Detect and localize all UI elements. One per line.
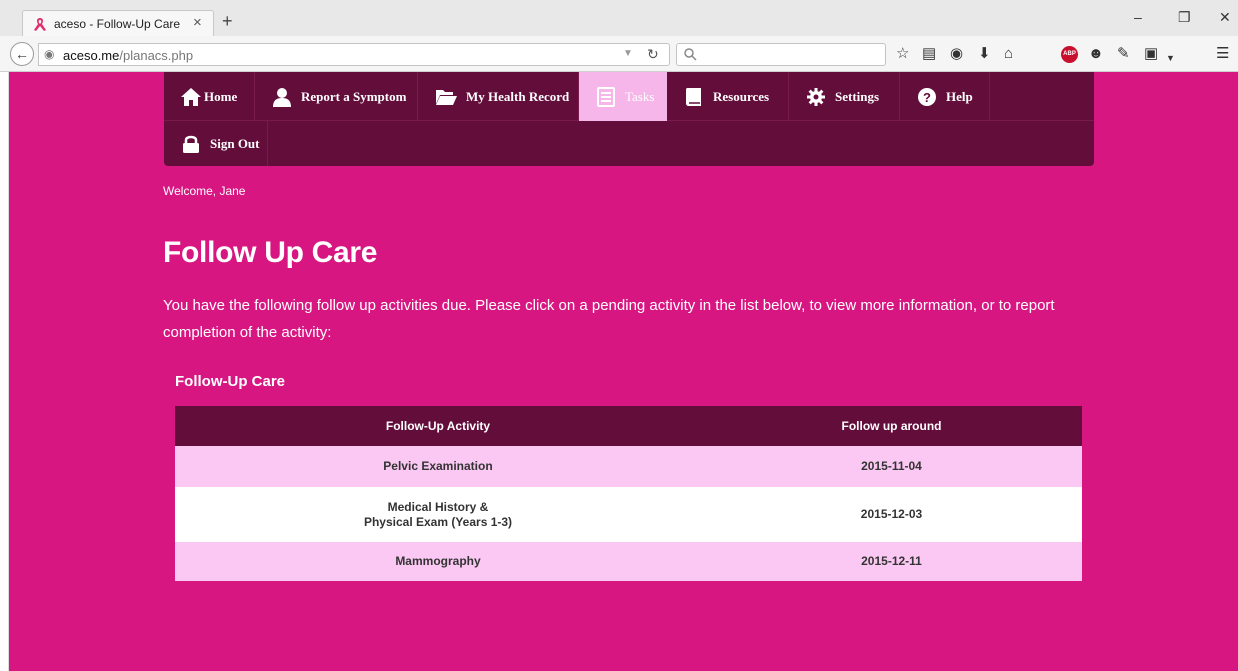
date-cell: 2015-12-11 bbox=[701, 542, 1082, 581]
search-box[interactable] bbox=[676, 43, 886, 66]
nav-tasks-label: Tasks bbox=[625, 88, 655, 104]
activity-name: Pelvic Examination bbox=[383, 459, 493, 473]
person-icon bbox=[273, 87, 291, 107]
url-dropdown-icon[interactable]: ▼ bbox=[623, 48, 633, 59]
new-tab-button[interactable]: + bbox=[222, 11, 233, 32]
bookmark-star-icon[interactable]: ☆ bbox=[896, 45, 909, 63]
home-browser-icon[interactable]: ⌂ bbox=[1004, 45, 1013, 63]
nav-home-label: Home bbox=[204, 88, 238, 104]
folder-open-icon bbox=[436, 89, 457, 105]
activity-name: Medical History & bbox=[387, 499, 489, 514]
url-text: aceso.me/planacs.php bbox=[63, 48, 193, 63]
date-cell: 2015-11-04 bbox=[701, 446, 1082, 487]
url-path: /planacs.php bbox=[119, 48, 194, 63]
gear-icon bbox=[807, 87, 825, 106]
tab-close-icon[interactable]: × bbox=[193, 14, 202, 31]
activity-cell[interactable]: Mammography bbox=[175, 542, 701, 581]
date-cell: 2015-12-03 bbox=[701, 487, 1082, 542]
browser-toolbar: ← ◉ aceso.me/planacs.php ▼ ↻ ☆ ▤ ◉ ⬇ ⌂ ☻… bbox=[0, 36, 1238, 72]
nav-home[interactable]: Home bbox=[164, 72, 255, 121]
book-icon bbox=[686, 87, 701, 106]
tab-title: aceso - Follow-Up Care bbox=[54, 17, 181, 31]
back-arrow-icon[interactable]: ← bbox=[10, 42, 34, 66]
reload-icon[interactable]: ↻ bbox=[647, 46, 659, 63]
adblock-icon[interactable]: ABP bbox=[1061, 46, 1078, 63]
nav-resources[interactable]: Resources bbox=[667, 72, 789, 121]
table-row[interactable]: Medical History & Physical Exam (Years 1… bbox=[175, 487, 1082, 542]
svg-text:?: ? bbox=[923, 90, 931, 105]
activity-cell[interactable]: Medical History & Physical Exam (Years 1… bbox=[175, 487, 701, 542]
nav-sign-out[interactable]: Sign Out bbox=[164, 121, 268, 166]
nav-report-symptom-label: Report a Symptom bbox=[301, 88, 407, 104]
activity-name: Mammography bbox=[395, 554, 481, 568]
nav-resources-label: Resources bbox=[713, 88, 770, 104]
table-caption: Follow-Up Care bbox=[175, 373, 286, 390]
reading-list-icon[interactable]: ▤ bbox=[922, 45, 936, 63]
screenshot-dropdown-icon[interactable]: ▼ bbox=[1166, 49, 1175, 67]
pocket-icon[interactable]: ◉ bbox=[950, 45, 963, 63]
search-icon bbox=[684, 48, 697, 61]
ribbon-favicon-icon bbox=[34, 18, 46, 31]
activity-cell[interactable]: Pelvic Examination bbox=[175, 446, 701, 487]
nav-report-symptom[interactable]: Report a Symptom bbox=[255, 72, 418, 121]
nav-health-record-label: My Health Record bbox=[466, 88, 570, 104]
home-icon bbox=[181, 87, 201, 106]
browser-tab[interactable]: aceso - Follow-Up Care × bbox=[22, 10, 214, 36]
menu-hamburger-icon[interactable]: ☰ bbox=[1216, 45, 1229, 63]
restore-icon[interactable]: ❐ bbox=[1178, 9, 1191, 26]
nav-help[interactable]: ? Help bbox=[900, 72, 990, 121]
page-title: Follow Up Care bbox=[163, 236, 378, 269]
intro-text: You have the following follow up activit… bbox=[163, 297, 1055, 341]
extension-icon[interactable]: ✎ bbox=[1117, 45, 1130, 63]
address-bar[interactable]: ◉ aceso.me/planacs.php ▼ ↻ bbox=[38, 43, 670, 66]
column-header-date: Follow up around bbox=[701, 406, 1082, 446]
nav-help-label: Help bbox=[946, 88, 973, 104]
nav-settings-label: Settings bbox=[835, 88, 880, 104]
minimize-icon[interactable]: – bbox=[1134, 9, 1142, 25]
smiley-icon[interactable]: ☻ bbox=[1088, 45, 1104, 63]
lock-icon bbox=[183, 135, 199, 153]
table-row[interactable]: Pelvic Examination 2015-11-04 bbox=[175, 446, 1082, 487]
page-body: Home Report a Symptom My Health Record T… bbox=[0, 72, 1238, 671]
column-header-activity: Follow-Up Activity bbox=[175, 406, 701, 446]
nav-settings[interactable]: Settings bbox=[789, 72, 900, 121]
follow-up-table: Follow-Up Activity Follow up around Pelv… bbox=[175, 406, 1082, 581]
table-header-row: Follow-Up Activity Follow up around bbox=[175, 406, 1082, 446]
download-icon[interactable]: ⬇ bbox=[978, 45, 991, 63]
nav-health-record[interactable]: My Health Record bbox=[418, 72, 579, 121]
window-close-icon[interactable]: ✕ bbox=[1219, 9, 1231, 26]
url-host: aceso.me bbox=[63, 48, 120, 63]
activity-name-line2: Physical Exam (Years 1-3) bbox=[363, 514, 513, 529]
screenshot-icon[interactable]: ▣ bbox=[1144, 45, 1158, 63]
browser-tab-strip: aceso - Follow-Up Care × + – ❐ ✕ bbox=[0, 0, 1238, 36]
nav-sign-out-label: Sign Out bbox=[210, 135, 260, 151]
question-circle-icon: ? bbox=[918, 87, 936, 106]
page-left-edge bbox=[0, 72, 9, 671]
welcome-message: Welcome, Jane bbox=[163, 184, 246, 198]
site-navigation: Home Report a Symptom My Health Record T… bbox=[164, 72, 1094, 166]
globe-icon: ◉ bbox=[44, 47, 55, 61]
table-row[interactable]: Mammography 2015-12-11 bbox=[175, 542, 1082, 581]
nav-tasks[interactable]: Tasks bbox=[579, 72, 667, 121]
list-icon bbox=[597, 86, 615, 107]
